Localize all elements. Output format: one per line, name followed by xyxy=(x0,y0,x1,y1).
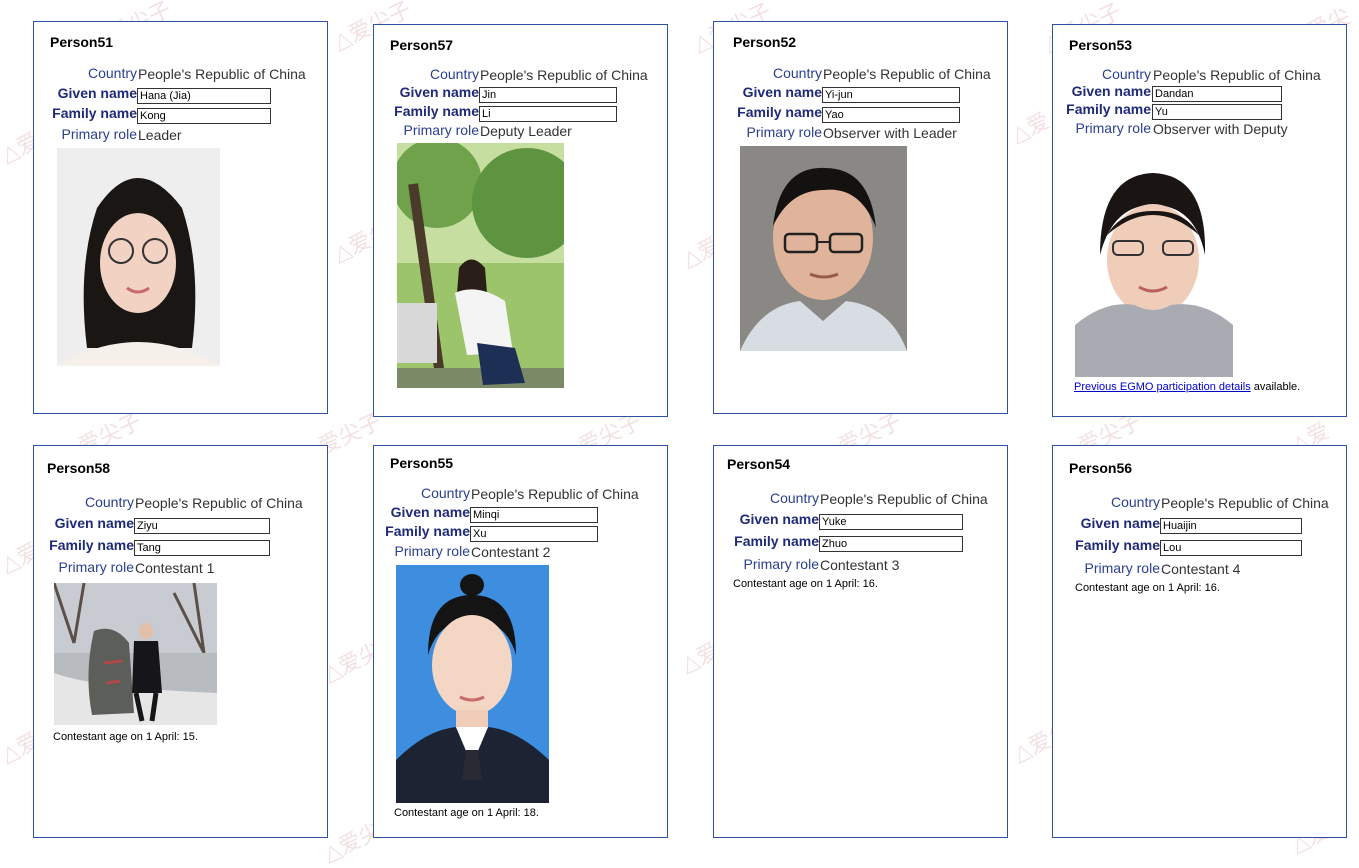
age-note: Contestant age on 1 April: 16. xyxy=(733,578,878,590)
person-card: Person58 Country People's Republic of Ch… xyxy=(33,445,328,838)
family-name-field[interactable]: Yu xyxy=(1152,104,1282,120)
family-name-field[interactable]: Zhuo xyxy=(819,536,963,552)
person-photo xyxy=(54,583,217,725)
primary-role-value: Contestant 1 xyxy=(135,560,215,576)
family-name-field[interactable]: Kong xyxy=(137,108,271,124)
given-name-field[interactable]: Huaijin xyxy=(1160,518,1302,534)
country-value: People's Republic of China xyxy=(480,67,648,83)
given-name-field[interactable]: Yi-jun xyxy=(822,87,960,103)
primary-role-label: Primary role xyxy=(403,122,479,138)
primary-role-label: Primary role xyxy=(1075,120,1151,136)
primary-role-label: Primary role xyxy=(58,559,134,575)
person-card: Person51 Country People's Republic of Ch… xyxy=(33,21,328,414)
given-name-field[interactable]: Ziyu xyxy=(134,518,270,534)
family-name-field[interactable]: Yao xyxy=(822,107,960,123)
country-label: Country xyxy=(1110,494,1160,510)
given-name-label: Given name xyxy=(399,84,479,100)
person-id: Person52 xyxy=(733,34,797,50)
primary-role-label: Primary role xyxy=(61,126,137,142)
primary-role-label: Primary role xyxy=(743,556,819,572)
given-name-label: Given name xyxy=(742,84,822,100)
primary-role-value: Contestant 4 xyxy=(1161,561,1241,577)
given-name-field[interactable]: Minqi xyxy=(470,507,598,523)
primary-role-label: Primary role xyxy=(394,543,470,559)
age-note: Contestant age on 1 April: 15. xyxy=(53,731,198,743)
age-note: Contestant age on 1 April: 16. xyxy=(1075,582,1220,594)
person-id: Person54 xyxy=(727,456,791,472)
person-card: Person57 Country People's Republic of Ch… xyxy=(373,24,668,417)
person-id: Person56 xyxy=(1069,460,1133,476)
given-name-field[interactable]: Dandan xyxy=(1152,86,1282,102)
participation-suffix: available. xyxy=(1250,381,1301,393)
family-name-field[interactable]: Li xyxy=(479,106,617,122)
person-card: Person53 Country People's Republic of Ch… xyxy=(1052,24,1347,417)
family-name-field[interactable]: Tang xyxy=(134,540,270,556)
person-id: Person51 xyxy=(50,34,114,50)
family-name-label: Family name xyxy=(52,105,137,121)
given-name-field[interactable]: Hana (Jia) xyxy=(137,88,271,104)
country-label: Country xyxy=(429,66,479,82)
country-value: People's Republic of China xyxy=(820,491,988,507)
person-id: Person55 xyxy=(390,455,454,471)
country-value: People's Republic of China xyxy=(1153,67,1321,83)
country-label: Country xyxy=(420,485,470,501)
person-card: Person52 Country People's Republic of Ch… xyxy=(713,21,1008,414)
person-photo xyxy=(740,146,907,351)
primary-role-label: Primary role xyxy=(1084,560,1160,576)
given-name-label: Given name xyxy=(54,515,134,531)
family-name-label: Family name xyxy=(49,537,134,553)
participation-note: Previous EGMO participation details avai… xyxy=(1074,381,1300,393)
primary-role-value: Observer with Deputy xyxy=(1153,121,1288,137)
age-note: Contestant age on 1 April: 18. xyxy=(394,807,539,819)
previous-participation-link[interactable]: Previous EGMO participation details xyxy=(1074,381,1251,393)
given-name-label: Given name xyxy=(739,511,819,527)
country-label: Country xyxy=(84,494,134,510)
primary-role-value: Observer with Leader xyxy=(823,125,957,141)
person-id: Person53 xyxy=(1069,37,1133,53)
person-id: Person57 xyxy=(390,37,454,53)
family-name-label: Family name xyxy=(385,523,470,539)
primary-role-value: Deputy Leader xyxy=(480,123,572,139)
country-value: People's Republic of China xyxy=(135,495,303,511)
primary-role-value: Leader xyxy=(138,127,182,143)
person-photo xyxy=(397,143,564,388)
country-value: People's Republic of China xyxy=(138,66,306,82)
person-card: Person56 Country People's Republic of Ch… xyxy=(1052,445,1347,838)
given-name-label: Given name xyxy=(57,85,137,101)
country-value: People's Republic of China xyxy=(471,486,639,502)
given-name-field[interactable]: Jin xyxy=(479,87,617,103)
primary-role-value: Contestant 2 xyxy=(471,544,551,560)
family-name-label: Family name xyxy=(394,103,479,119)
given-name-field[interactable]: Yuke xyxy=(819,514,963,530)
person-photo xyxy=(1075,165,1233,377)
family-name-label: Family name xyxy=(1066,101,1151,117)
person-id: Person58 xyxy=(47,460,111,476)
country-label: Country xyxy=(769,490,819,506)
primary-role-value: Contestant 3 xyxy=(820,557,900,573)
person-photo xyxy=(57,148,220,366)
country-label: Country xyxy=(87,65,137,81)
person-card: Person55 Country People's Republic of Ch… xyxy=(373,445,668,838)
country-value: People's Republic of China xyxy=(1161,495,1329,511)
given-name-label: Given name xyxy=(1080,515,1160,531)
family-name-label: Family name xyxy=(737,104,822,120)
person-photo xyxy=(396,565,549,803)
country-label: Country xyxy=(772,65,822,81)
person-card: Person54 Country People's Republic of Ch… xyxy=(713,445,1008,838)
family-name-label: Family name xyxy=(1075,537,1160,553)
given-name-label: Given name xyxy=(390,504,470,520)
family-name-label: Family name xyxy=(734,533,819,549)
given-name-label: Given name xyxy=(1071,83,1151,99)
primary-role-label: Primary role xyxy=(746,124,822,140)
family-name-field[interactable]: Lou xyxy=(1160,540,1302,556)
country-value: People's Republic of China xyxy=(823,66,991,82)
country-label: Country xyxy=(1101,66,1151,82)
family-name-field[interactable]: Xu xyxy=(470,526,598,542)
